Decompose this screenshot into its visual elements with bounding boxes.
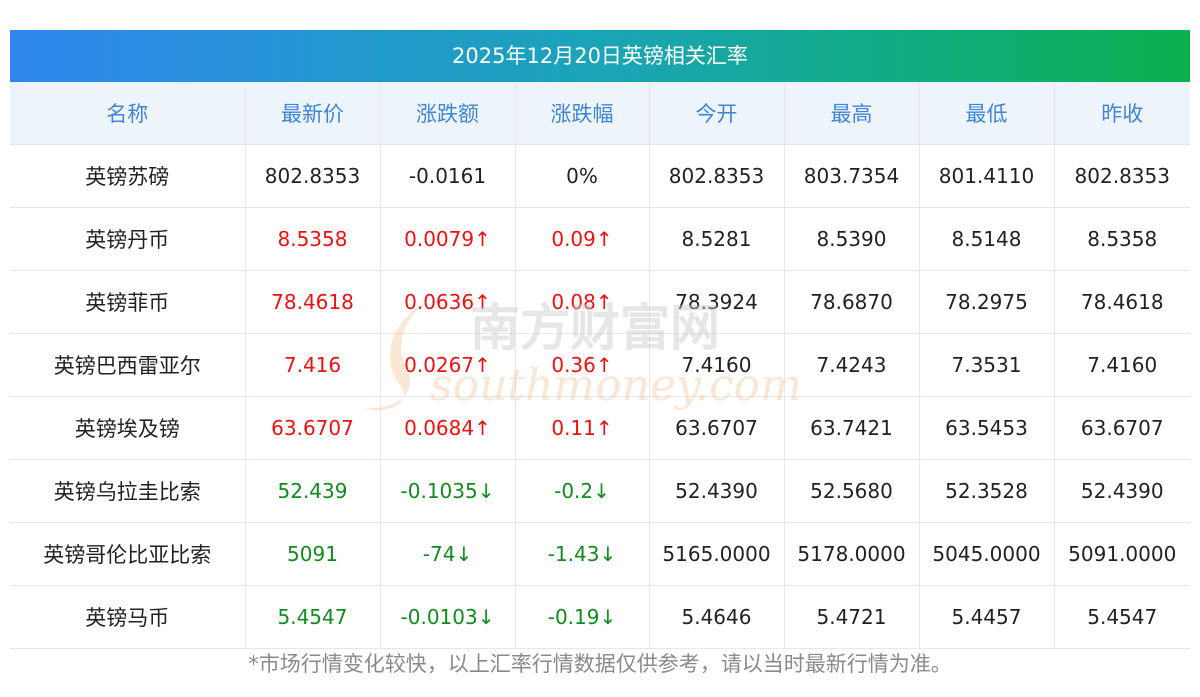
cell-high: 52.5680 [784,459,920,523]
table-row: 英镑哥伦比亚比索 5091 -74↓ -1.43↓ 5165.0000 5178.0000… [10,522,1190,586]
cell-change: -0.0103↓ [380,585,516,649]
cell-latest: 63.6707 [245,396,381,460]
table-row: 英镑丹币 8.5358 0.0079↑ 0.09↑ 8.5281 8.5390 8.5148… [10,207,1190,271]
col-header-name: 名称 [10,82,246,145]
table-row: 英镑菲币 78.4618 0.0636↑ 0.08↑ 78.3924 78.6870 78.… [10,270,1190,334]
cell-name: 英镑菲币 [10,270,246,334]
cell-prev: 7.4160 [1054,333,1190,397]
cell-latest: 78.4618 [245,270,381,334]
cell-name: 英镑巴西雷亚尔 [10,333,246,397]
cell-name: 英镑苏磅 [10,144,246,208]
cell-pct: 0.08↑ [515,270,650,334]
table-row: 英镑埃及镑 63.6707 0.0684↑ 0.11↑ 63.6707 63.7421 63… [10,396,1190,460]
col-header-prev: 昨收 [1054,82,1190,145]
cell-high: 7.4243 [784,333,920,397]
cell-low: 5.4457 [919,585,1055,649]
cell-open: 8.5281 [649,207,785,271]
cell-high: 5178.0000 [784,522,920,586]
footnote: *市场行情变化较快，以上汇率行情数据仅供参考，请以当时最新行情为准。 [248,652,952,676]
cell-pct: 0.09↑ [515,207,650,271]
cell-open: 7.4160 [649,333,785,397]
col-header-open: 今开 [649,82,785,145]
cell-name: 英镑哥伦比亚比索 [10,522,246,586]
cell-change: -0.1035↓ [380,459,516,523]
cell-name: 英镑丹币 [10,207,246,271]
cell-high: 8.5390 [784,207,920,271]
cell-prev: 5.4547 [1054,585,1190,649]
cell-prev: 5091.0000 [1054,522,1190,586]
table-row: 英镑苏磅 802.8353 -0.0161 0% 802.8353 803.7354 801… [10,144,1190,208]
cell-change: 0.0267↑ [380,333,516,397]
rate-table-container: 2025年12月20日英镑相关汇率 名称 最新价 涨跌额 涨跌幅 今开 最高 最… [10,30,1190,649]
cell-prev: 8.5358 [1054,207,1190,271]
cell-change: 0.0684↑ [380,396,516,460]
cell-change: 0.0079↑ [380,207,516,271]
cell-pct: -0.2↓ [515,459,650,523]
cell-change: -74↓ [380,522,516,586]
col-header-pct: 涨跌幅 [515,82,650,145]
cell-prev: 63.6707 [1054,396,1190,460]
table-row: 英镑马币 5.4547 -0.0103↓ -0.19↓ 5.4646 5.4721 5.44… [10,585,1190,649]
cell-open: 52.4390 [649,459,785,523]
cell-latest: 802.8353 [245,144,381,208]
cell-latest: 52.439 [245,459,381,523]
cell-name: 英镑马币 [10,585,246,649]
cell-pct: -1.43↓ [515,522,650,586]
cell-high: 803.7354 [784,144,920,208]
cell-low: 78.2975 [919,270,1055,334]
table-row: 英镑乌拉圭比索 52.439 -0.1035↓ -0.2↓ 52.4390 52.5680… [10,459,1190,523]
cell-high: 78.6870 [784,270,920,334]
cell-open: 63.6707 [649,396,785,460]
table-title: 2025年12月20日英镑相关汇率 [10,30,1190,82]
cell-open: 5165.0000 [649,522,785,586]
cell-low: 7.3531 [919,333,1055,397]
cell-latest: 8.5358 [245,207,381,271]
cell-pct: 0.36↑ [515,333,650,397]
cell-open: 78.3924 [649,270,785,334]
cell-high: 5.4721 [784,585,920,649]
header-row: 名称 最新价 涨跌额 涨跌幅 今开 最高 最低 昨收 [10,82,1190,145]
exchange-rate-table: 名称 最新价 涨跌额 涨跌幅 今开 最高 最低 昨收 英镑苏磅 802.8353-… [10,82,1190,649]
table-row: 英镑巴西雷亚尔 7.416 0.0267↑ 0.36↑ 7.4160 7.4243 7.35… [10,333,1190,397]
col-header-low: 最低 [919,82,1055,145]
cell-latest: 5091 [245,522,381,586]
col-header-change: 涨跌额 [380,82,516,145]
cell-prev: 52.4390 [1054,459,1190,523]
cell-high: 63.7421 [784,396,920,460]
cell-pct: -0.19↓ [515,585,650,649]
cell-change: 0.0636↑ [380,270,516,334]
cell-low: 801.4110 [919,144,1055,208]
cell-low: 63.5453 [919,396,1055,460]
cell-low: 8.5148 [919,207,1055,271]
cell-latest: 5.4547 [245,585,381,649]
cell-open: 5.4646 [649,585,785,649]
cell-name: 英镑埃及镑 [10,396,246,460]
cell-change: -0.0161 [380,144,516,208]
col-header-high: 最高 [784,82,920,145]
cell-name: 英镑乌拉圭比索 [10,459,246,523]
cell-pct: 0.11↑ [515,396,650,460]
cell-low: 5045.0000 [919,522,1055,586]
cell-prev: 78.4618 [1054,270,1190,334]
cell-latest: 7.416 [245,333,381,397]
cell-pct: 0% [515,144,650,208]
col-header-latest: 最新价 [245,82,381,145]
cell-open: 802.8353 [649,144,785,208]
cell-prev: 802.8353 [1054,144,1190,208]
cell-low: 52.3528 [919,459,1055,523]
